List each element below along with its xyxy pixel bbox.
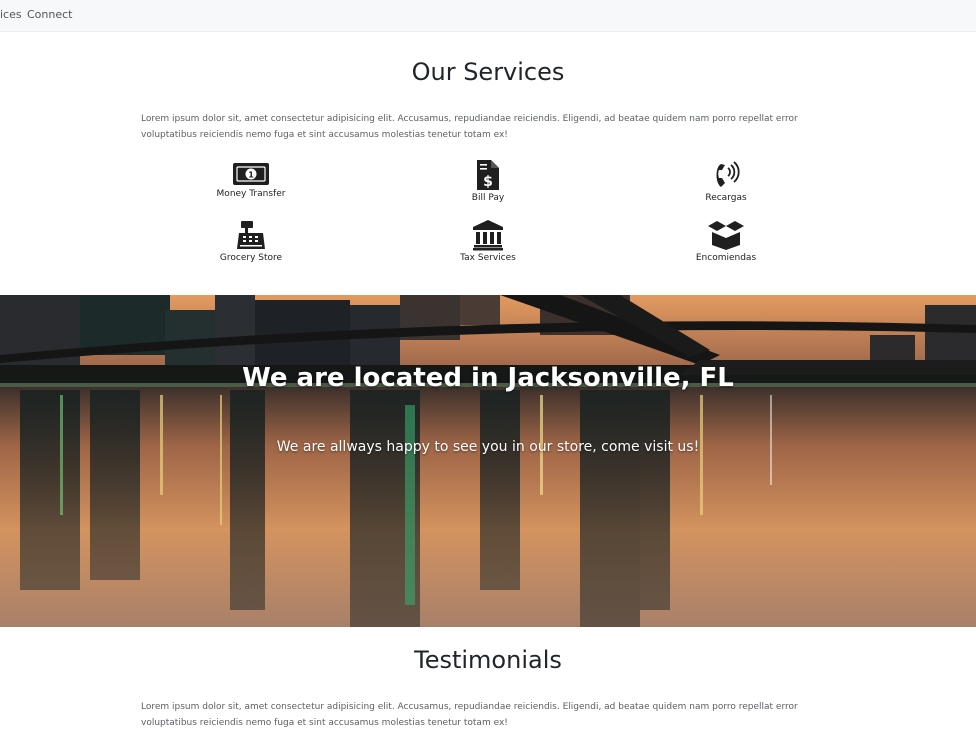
service-label: Encomiendas <box>695 253 757 263</box>
services-title: Our Services <box>411 58 565 86</box>
box-open-icon <box>708 221 744 250</box>
testimonials-description: Lorem ipsum dolor sit, amet consectetur … <box>141 702 798 728</box>
money-bill-icon: 1 <box>233 163 269 185</box>
phone-volume-icon <box>716 161 740 187</box>
location-subtext: We are allways happy to see you in our s… <box>276 439 700 455</box>
service-label: Bill Pay <box>471 193 505 203</box>
location-heading: We are located in Jacksonville, FL <box>242 363 734 393</box>
service-recargas[interactable]: Recargas <box>646 159 806 217</box>
nav-link-connect[interactable]: Connect <box>27 8 72 21</box>
service-encomiendas[interactable]: Encomiendas <box>646 219 806 277</box>
service-label: Money Transfer <box>216 189 286 199</box>
top-navbar: ices Connect <box>0 0 976 32</box>
nav-link-services[interactable]: ices <box>0 8 22 21</box>
file-invoice-dollar-icon: $ <box>477 160 499 190</box>
city-skyline-image <box>0 295 976 627</box>
service-grocery-store[interactable]: Grocery Store <box>171 219 331 277</box>
service-label: Recargas <box>705 193 747 203</box>
service-label: Tax Services <box>460 253 516 263</box>
landmark-icon <box>473 220 503 251</box>
cash-register-icon <box>237 221 265 249</box>
service-money-transfer[interactable]: 1 Money Transfer <box>171 161 331 219</box>
services-description: Lorem ipsum dolor sit, amet consectetur … <box>141 114 798 140</box>
svg-text:1: 1 <box>248 171 254 180</box>
location-banner: We are located in Jacksonville, FL We ar… <box>0 295 976 627</box>
service-tax-services[interactable]: Tax Services <box>408 219 568 277</box>
testimonials-title: Testimonials <box>414 646 562 674</box>
svg-text:$: $ <box>483 174 493 190</box>
service-bill-pay[interactable]: $ Bill Pay <box>408 159 568 217</box>
service-label: Grocery Store <box>219 253 283 263</box>
